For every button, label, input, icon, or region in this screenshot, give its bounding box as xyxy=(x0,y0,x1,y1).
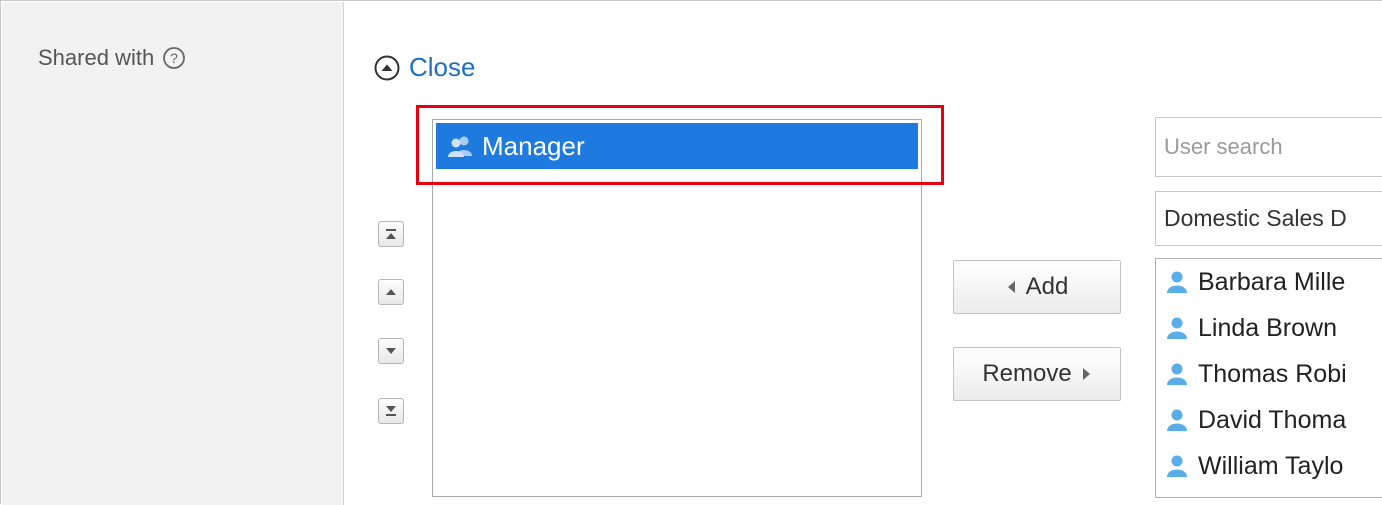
department-value: Domestic Sales D xyxy=(1164,205,1347,231)
list-item[interactable]: Thomas Robi xyxy=(1156,351,1382,397)
arrow-right-icon xyxy=(1082,368,1090,380)
close-toggle[interactable]: Close xyxy=(373,52,475,83)
remove-button-label: Remove xyxy=(982,360,1072,387)
move-bottom-icon xyxy=(386,406,396,416)
role-icon xyxy=(448,136,472,157)
arrow-left-icon xyxy=(1007,281,1015,293)
list-item[interactable]: Barbara Mille xyxy=(1156,259,1382,305)
user-name: Linda Brown xyxy=(1198,313,1337,342)
move-up-button[interactable] xyxy=(378,279,404,305)
move-top-icon xyxy=(386,229,396,239)
selected-item-manager[interactable]: Manager xyxy=(436,123,918,169)
user-name: Barbara Mille xyxy=(1198,267,1346,296)
user-name: David Thoma xyxy=(1198,405,1347,434)
add-button-label: Add xyxy=(1025,273,1069,300)
department-select[interactable]: Domestic Sales D xyxy=(1155,191,1382,246)
move-up-icon xyxy=(386,289,396,295)
user-name: William Taylo xyxy=(1198,451,1344,480)
move-down-button[interactable] xyxy=(378,338,404,364)
move-down-icon xyxy=(386,348,396,354)
user-candidate-list[interactable]: Barbara Mille Linda Brown Thomas Robi Da… xyxy=(1155,258,1382,498)
field-label: Shared with ? xyxy=(38,45,186,71)
move-top-button[interactable] xyxy=(378,221,404,247)
user-name: Thomas Robi xyxy=(1198,359,1347,388)
selected-members-list[interactable]: Manager xyxy=(432,119,922,497)
add-button[interactable]: Add xyxy=(953,260,1121,314)
list-item[interactable]: William Taylo xyxy=(1156,443,1382,489)
list-item[interactable]: Linda Brown xyxy=(1156,305,1382,351)
user-icon xyxy=(1167,317,1187,339)
user-icon xyxy=(1167,455,1187,477)
remove-button[interactable]: Remove xyxy=(953,347,1121,401)
shared-with-field: Shared with ? Close Manager Add Remove U… xyxy=(0,0,1382,505)
svg-text:?: ? xyxy=(170,50,178,66)
user-icon xyxy=(1167,363,1187,385)
close-link[interactable]: Close xyxy=(409,52,475,83)
user-icon xyxy=(1167,271,1187,293)
help-icon[interactable]: ? xyxy=(162,46,186,70)
selected-item-label: Manager xyxy=(482,130,585,161)
field-label-text: Shared with xyxy=(38,45,155,70)
field-label-column: Shared with ? xyxy=(2,2,344,505)
collapse-up-icon xyxy=(374,55,400,80)
user-icon xyxy=(1167,409,1187,431)
list-item[interactable]: David Thoma xyxy=(1156,397,1382,443)
move-bottom-button[interactable] xyxy=(378,398,404,424)
user-search-input[interactable] xyxy=(1155,117,1382,177)
